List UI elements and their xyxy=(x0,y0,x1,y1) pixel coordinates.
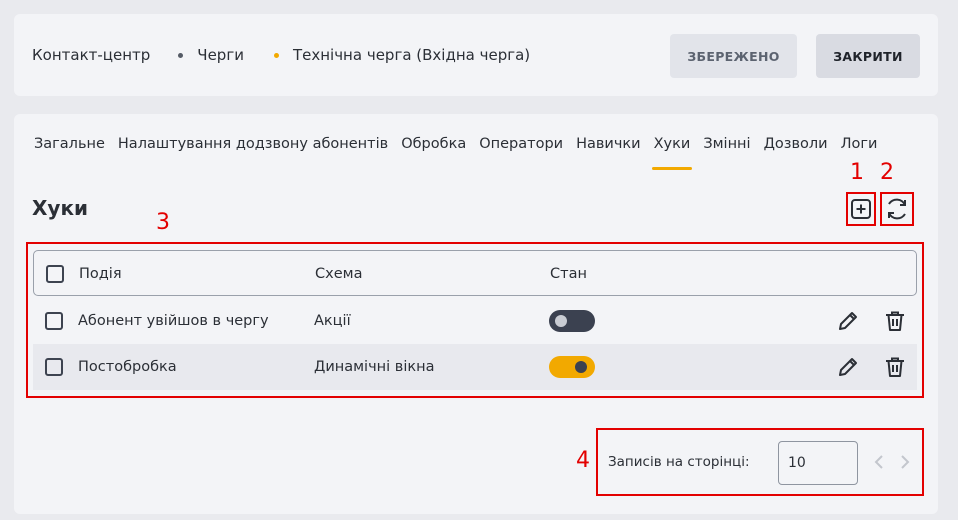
breadcrumb-separator-active xyxy=(273,52,279,58)
next-page-button[interactable] xyxy=(898,454,912,470)
annotation-4: 4 xyxy=(576,448,590,473)
breadcrumb-queues[interactable]: Черги xyxy=(197,46,244,64)
tab-bar: Загальне Налаштування додзвону абонентів… xyxy=(34,136,877,170)
breadcrumb: Контакт-центр Черги Технічна черга (Вхід… xyxy=(32,14,530,96)
row-event: Абонент увійшов в чергу xyxy=(78,313,269,329)
row-schema: Акції xyxy=(314,313,351,329)
row-state-toggle[interactable] xyxy=(549,356,595,378)
pagination: Записів на сторінці: xyxy=(596,428,924,496)
tab-general[interactable]: Загальне xyxy=(34,136,105,170)
breadcrumb-contact-center[interactable]: Контакт-центр xyxy=(32,46,150,64)
pencil-icon xyxy=(839,312,857,330)
row-checkbox[interactable] xyxy=(45,312,63,330)
toggle-knob xyxy=(555,315,567,327)
row-state-toggle[interactable] xyxy=(549,310,595,332)
pencil-icon xyxy=(839,358,857,376)
per-page-label: Записів на сторінці: xyxy=(608,454,750,470)
edit-row-button[interactable] xyxy=(836,309,860,333)
breadcrumb-separator xyxy=(178,52,184,58)
annotation-3: 3 xyxy=(156,210,170,235)
tab-dialing-settings[interactable]: Налаштування додзвону абонентів xyxy=(118,136,388,170)
trash-icon xyxy=(886,357,904,377)
tab-variables[interactable]: Змінні xyxy=(703,136,750,170)
refresh-button[interactable] xyxy=(880,192,914,226)
edit-row-button[interactable] xyxy=(836,355,860,379)
column-header-schema[interactable]: Схема xyxy=(315,251,362,297)
add-square-icon xyxy=(851,199,871,219)
close-button[interactable]: ЗАКРИТИ xyxy=(816,34,920,78)
row-schema: Динамічні вікна xyxy=(314,359,435,375)
per-page-input[interactable] xyxy=(778,441,858,485)
toggle-knob xyxy=(575,361,587,373)
select-all-checkbox[interactable] xyxy=(46,265,64,283)
tab-operators[interactable]: Оператори xyxy=(479,136,563,170)
table-row: Постобробка Динамічні вікна xyxy=(33,344,917,390)
main-card: Загальне Налаштування додзвону абонентів… xyxy=(14,114,938,514)
tab-permissions[interactable]: Дозволи xyxy=(764,136,828,170)
header-card: Контакт-центр Черги Технічна черга (Вхід… xyxy=(14,14,938,96)
table-row: Абонент увійшов в чергу Акції xyxy=(33,298,917,344)
annotation-2: 2 xyxy=(880,160,894,185)
chevron-right-icon xyxy=(901,455,910,469)
annotation-1: 1 xyxy=(850,160,864,185)
chevron-left-icon xyxy=(874,455,883,469)
row-event: Постобробка xyxy=(78,359,177,375)
row-checkbox[interactable] xyxy=(45,358,63,376)
tab-processing[interactable]: Обробка xyxy=(401,136,466,170)
trash-icon xyxy=(886,311,904,331)
breadcrumb-current-queue: Технічна черга (Вхідна черга) xyxy=(292,46,531,64)
table-header: Подія Схема Стан xyxy=(33,250,917,296)
column-header-event[interactable]: Подія xyxy=(79,251,122,297)
refresh-icon xyxy=(888,198,906,220)
column-header-state[interactable]: Стан xyxy=(550,251,587,297)
hooks-table: Подія Схема Стан Абонент увійшов в чергу… xyxy=(26,242,924,398)
tab-skills[interactable]: Навички xyxy=(576,136,641,170)
add-hook-button[interactable] xyxy=(846,192,876,226)
section-title: Хуки xyxy=(32,196,89,220)
previous-page-button[interactable] xyxy=(872,454,886,470)
tab-hooks[interactable]: Хуки xyxy=(651,136,693,170)
saved-button[interactable]: ЗБЕРЕЖЕНО xyxy=(670,34,797,78)
delete-row-button[interactable] xyxy=(883,355,907,379)
delete-row-button[interactable] xyxy=(883,309,907,333)
